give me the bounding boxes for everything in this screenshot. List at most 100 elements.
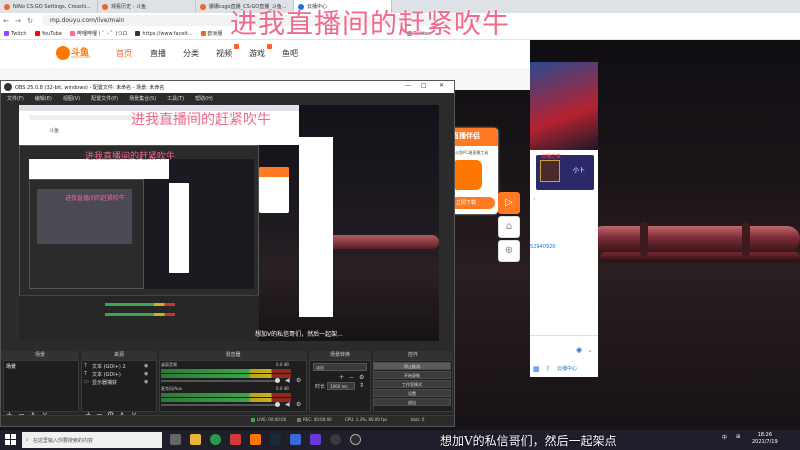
- task-view-icon[interactable]: [170, 434, 181, 445]
- obs-icon[interactable]: [330, 434, 341, 445]
- bookmark-item[interactable]: 欧洲服: [200, 30, 223, 37]
- douyu-app-icon[interactable]: [250, 434, 261, 445]
- menu-view[interactable]: 视图(V): [63, 95, 80, 102]
- forward-icon[interactable]: →: [12, 17, 24, 25]
- app-icon[interactable]: [230, 434, 241, 445]
- transition-select[interactable]: 淡出: [313, 363, 367, 371]
- menu-scene-collection[interactable]: 场景集合(S): [129, 95, 156, 102]
- speaker-icon[interactable]: ◀: [285, 377, 290, 384]
- nav-video[interactable]: 视频: [216, 48, 232, 59]
- start-recording-button[interactable]: 开始录制: [373, 371, 451, 379]
- bookmark-item[interactable]: YouTube: [34, 30, 62, 37]
- back-icon[interactable]: ←: [0, 17, 12, 25]
- preview-logo-text: 斗鱼: [49, 128, 60, 134]
- tab-favicon-icon: [4, 3, 10, 10]
- bookmark-item[interactable]: Twitch: [4, 31, 27, 37]
- plus-icon[interactable]: +: [339, 374, 344, 381]
- source-item[interactable]: 显示器捕获: [92, 379, 117, 386]
- audio-meter: [161, 393, 291, 397]
- eye-icon[interactable]: ◉: [144, 363, 148, 369]
- browser-tab[interactable]: NiNo CS:GO Settings, Crosshi...: [0, 0, 98, 13]
- volume-slider[interactable]: [161, 380, 279, 382]
- apps-icon[interactable]: ▦: [533, 365, 540, 373]
- stop-streaming-button[interactable]: 停止推流: [373, 362, 451, 370]
- preview-subtitle: 想加V的私信哥们，然后一起架...: [255, 331, 343, 338]
- gear-icon[interactable]: ⚙: [296, 401, 301, 408]
- nav-fishbar[interactable]: 鱼吧: [282, 48, 298, 59]
- live-timer: LIVE: 00:00:00: [257, 417, 287, 422]
- close-icon[interactable]: ✕: [439, 82, 444, 89]
- menu-profile[interactable]: 配置文件(P): [91, 95, 118, 102]
- source-item[interactable]: 文本 (GDI+) 2: [92, 363, 126, 370]
- controls-dock-header: 控件: [373, 351, 453, 360]
- menu-tools[interactable]: 工具(T): [167, 95, 184, 102]
- nav-home[interactable]: 首页: [116, 48, 132, 59]
- nav-category[interactable]: 分类: [183, 48, 199, 59]
- duration-label: 时长: [315, 384, 326, 390]
- eye-icon[interactable]: ◉: [144, 379, 148, 385]
- play-icon[interactable]: ▷: [498, 192, 520, 214]
- app-icon[interactable]: [290, 434, 301, 445]
- start-tile: [5, 440, 10, 445]
- volume-slider[interactable]: [161, 404, 279, 406]
- bookmark-label: YouTube: [41, 30, 62, 37]
- browser-tab[interactable]: 观看历史 - 斗鱼: [98, 0, 196, 13]
- wallpaper-pipe-ring: [742, 222, 750, 256]
- search-placeholder: 在这里输入你要搜索的内容: [32, 437, 93, 444]
- minus-icon[interactable]: −: [349, 374, 354, 381]
- chevron-down-icon[interactable]: ⌄: [587, 346, 593, 354]
- settings-button[interactable]: 设置: [373, 389, 451, 397]
- rec-timer: REC: 00:00:00: [303, 417, 332, 422]
- exit-button[interactable]: 退出: [373, 398, 451, 406]
- source-item[interactable]: 文本 (GDI+): [92, 371, 121, 378]
- ime-icon[interactable]: ⊞: [736, 434, 740, 440]
- scene-item[interactable]: 场景: [6, 363, 16, 370]
- chat-icon[interactable]: ◉: [576, 346, 582, 354]
- gear-icon[interactable]: ⚙: [359, 374, 364, 381]
- taskbar-clock[interactable]: 18:26 2021/7/19: [752, 432, 778, 446]
- mixer-track-value: 0.0 dB: [276, 386, 289, 391]
- input-language-indicator[interactable]: 中: [722, 434, 727, 441]
- menu-edit[interactable]: 编辑(E): [35, 95, 52, 102]
- gear-icon[interactable]: ⚙: [296, 377, 301, 384]
- obs-window: OBS 25.0.8 (32-bit, windows) - 配置文件: 未命名…: [0, 80, 455, 427]
- mixer-track-value: 0.0 dB: [276, 362, 289, 367]
- speaker-icon[interactable]: ◀: [285, 401, 290, 408]
- wallpaper-pipe-ring: [640, 222, 648, 256]
- stepper-icon[interactable]: ⇕: [359, 382, 364, 389]
- minimize-icon[interactable]: —: [405, 82, 411, 89]
- taskbar-search-input[interactable]: ⌕ 在这里输入你要搜索的内容: [22, 432, 162, 448]
- eye-icon[interactable]: ◉: [144, 371, 148, 377]
- menu-help[interactable]: 帮助(H): [195, 95, 213, 102]
- home-icon[interactable]: ⌂: [498, 216, 520, 238]
- nav-live[interactable]: 直播: [150, 48, 166, 59]
- menu-file[interactable]: 文件(F): [7, 95, 24, 102]
- side-banner-image[interactable]: [530, 62, 598, 150]
- duration-input[interactable]: 1000 ms: [327, 382, 355, 390]
- windows-start-icon[interactable]: [5, 434, 17, 446]
- app-icon[interactable]: [310, 434, 321, 445]
- studio-mode-button[interactable]: 工作室模式: [373, 380, 451, 388]
- obs-preview[interactable]: 斗鱼 进我直播间的赶紧吹牛 进我直播间的赶紧吹牛 进我直播间的赶紧吹牛 想加V的…: [19, 105, 439, 341]
- nav-game[interactable]: 游戏: [249, 48, 265, 59]
- nested-danmu: 进我直播间的赶紧吹牛: [65, 195, 126, 202]
- steam-icon[interactable]: [270, 434, 281, 445]
- game-icon[interactable]: ⊕: [498, 240, 520, 262]
- volume-slider-handle[interactable]: [275, 378, 280, 383]
- chrome-icon[interactable]: [210, 434, 221, 445]
- preview-obs-dock: [19, 295, 259, 341]
- maximize-icon[interactable]: □: [421, 82, 427, 89]
- volume-slider-handle[interactable]: [275, 402, 280, 407]
- sources-dock-header: 来源: [81, 351, 157, 360]
- obs-icon[interactable]: [350, 434, 361, 445]
- bookmark-item[interactable]: 哔哩哔哩 ( ゜- ゜)つロ: [69, 30, 127, 37]
- reload-icon[interactable]: ↻: [24, 17, 36, 25]
- cloud-center-link[interactable]: 云播中心: [557, 365, 597, 375]
- help-icon[interactable]: ?: [546, 365, 550, 373]
- bookmark-item[interactable]: https://www.faceit...: [135, 31, 193, 37]
- danmu-overlay: 进我直播间的赶紧吹牛: [230, 9, 510, 40]
- hot-badge: [267, 44, 272, 49]
- chevron-left-icon[interactable]: ‹: [533, 195, 536, 203]
- file-explorer-icon[interactable]: [190, 434, 201, 445]
- douyu-logo[interactable]: 斗鱼 DOUYU.COM: [56, 44, 96, 62]
